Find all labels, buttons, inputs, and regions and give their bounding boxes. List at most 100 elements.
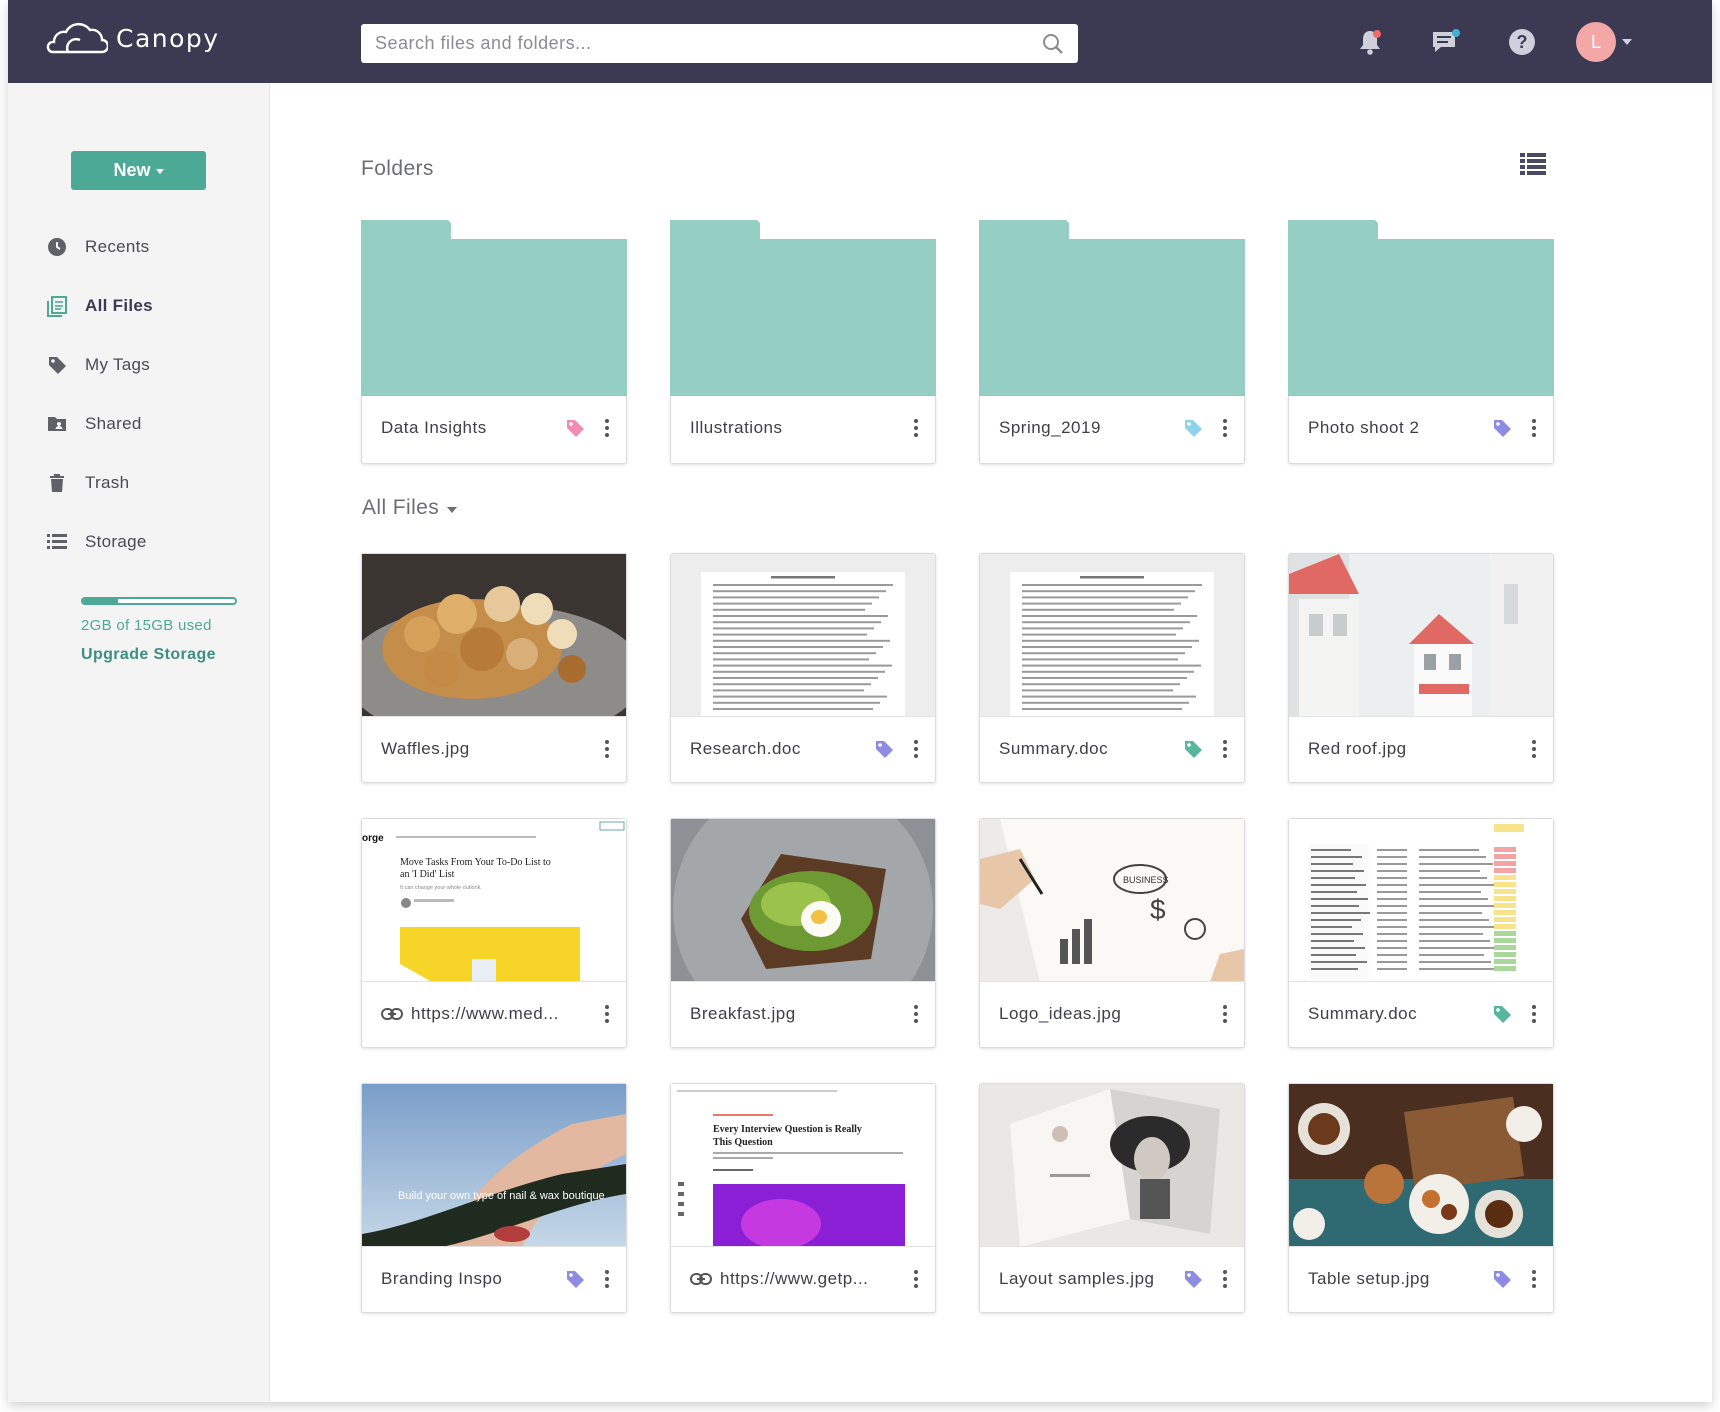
folder-icon: [979, 220, 1245, 396]
folder-icon: [670, 220, 936, 396]
file-name: Logo_ideas.jpg: [999, 1004, 1122, 1023]
sidebar-item-all-files[interactable]: All Files: [45, 294, 153, 318]
file-thumbnail[interactable]: [1289, 554, 1553, 717]
svg-text:Move Tasks From Your To-Do Lis: Move Tasks From Your To-Do List to: [400, 857, 551, 868]
svg-text:BUSINESS: BUSINESS: [1123, 875, 1169, 885]
all-files-dropdown[interactable]: All Files: [362, 496, 458, 520]
file-card[interactable]: Summary.doc: [1288, 818, 1554, 1048]
more-options-icon[interactable]: [1218, 1004, 1232, 1025]
file-card[interactable]: Every Interview Question is Really This …: [670, 1083, 936, 1313]
notifications-button[interactable]: [1350, 22, 1390, 62]
user-menu[interactable]: L: [1576, 22, 1632, 62]
sidebar-item-label: My Tags: [85, 355, 151, 374]
folder-card[interactable]: Data Insights: [361, 220, 627, 464]
file-card[interactable]: Table setup.jpg: [1288, 1083, 1554, 1313]
more-options-icon[interactable]: [600, 739, 614, 760]
tag-icon[interactable]: [1491, 417, 1513, 439]
file-card[interactable]: Build your own type of nail & wax boutiq…: [361, 1083, 627, 1313]
file-card[interactable]: orge Move Tasks From Your To-Do List to …: [361, 818, 627, 1048]
cloud-logo-icon: [46, 22, 108, 54]
file-thumbnail[interactable]: Build your own type of nail & wax boutiq…: [362, 1084, 626, 1247]
more-options-icon[interactable]: [1218, 739, 1232, 760]
svg-text:?: ?: [1517, 32, 1528, 52]
file-card[interactable]: Layout samples.jpg: [979, 1083, 1245, 1313]
file-name: Waffles.jpg: [381, 739, 470, 758]
folder-card[interactable]: Spring_2019: [979, 220, 1245, 464]
folder-card[interactable]: Photo shoot 2: [1288, 220, 1554, 464]
file-thumbnail[interactable]: [1289, 1084, 1553, 1247]
more-options-icon[interactable]: [1527, 418, 1541, 439]
folder-icon: [361, 220, 627, 396]
tag-icon[interactable]: [1182, 417, 1204, 439]
messages-button[interactable]: [1426, 22, 1466, 62]
app-logo[interactable]: Canopy: [46, 18, 220, 58]
file-thumbnail[interactable]: [1289, 819, 1553, 982]
sidebar-item-label: Recents: [85, 237, 150, 256]
trash-icon: [50, 474, 64, 492]
more-options-icon[interactable]: [600, 1269, 614, 1290]
avatar[interactable]: L: [1576, 22, 1616, 62]
more-options-icon[interactable]: [600, 1004, 614, 1025]
tag-icon[interactable]: [873, 738, 895, 760]
sidebar-item-label: Shared: [85, 414, 142, 433]
file-card[interactable]: BUSINESS $ Logo_ideas.jpg: [979, 818, 1245, 1048]
file-thumbnail[interactable]: BUSINESS $: [980, 819, 1244, 982]
more-options-icon[interactable]: [909, 418, 923, 439]
file-card[interactable]: Red roof.jpg: [1288, 553, 1554, 783]
svg-text:It can change your whole outlo: It can change your whole outlook.: [400, 885, 482, 891]
folder-card[interactable]: Illustrations: [670, 220, 936, 464]
file-thumbnail[interactable]: [980, 554, 1244, 717]
more-options-icon[interactable]: [1218, 418, 1232, 439]
clock-icon: [48, 238, 66, 256]
chevron-down-icon[interactable]: [1622, 39, 1632, 45]
help-button[interactable]: ?: [1502, 22, 1542, 62]
file-name: Research.doc: [690, 739, 801, 758]
sidebar-item-storage[interactable]: Storage: [45, 530, 153, 554]
chevron-down-icon: [155, 169, 164, 174]
file-thumbnail[interactable]: [671, 819, 935, 982]
svg-text:orge: orge: [362, 833, 384, 844]
sidebar-item-shared[interactable]: Shared: [45, 412, 153, 436]
more-options-icon[interactable]: [1218, 1269, 1232, 1290]
file-thumbnail[interactable]: [980, 1084, 1244, 1247]
new-button-label: New: [113, 160, 151, 180]
more-options-icon[interactable]: [1527, 739, 1541, 760]
svg-text:$: $: [1150, 894, 1166, 925]
more-options-icon[interactable]: [909, 1004, 923, 1025]
file-card[interactable]: Breakfast.jpg: [670, 818, 936, 1048]
file-thumbnail[interactable]: [671, 554, 935, 717]
tag-icon[interactable]: [564, 417, 586, 439]
files-icon: [47, 296, 67, 317]
sidebar-item-trash[interactable]: Trash: [45, 471, 153, 495]
file-card[interactable]: Summary.doc: [979, 553, 1245, 783]
sidebar-item-my-tags[interactable]: My Tags: [45, 353, 153, 377]
tag-icon[interactable]: [564, 1268, 586, 1290]
more-options-icon[interactable]: [1527, 1004, 1541, 1025]
sidebar-item-recents[interactable]: Recents: [45, 235, 153, 259]
tag-icon: [49, 357, 66, 374]
top-icons: ? L: [1314, 22, 1632, 62]
tag-icon[interactable]: [1491, 1268, 1513, 1290]
more-options-icon[interactable]: [909, 739, 923, 760]
more-options-icon[interactable]: [600, 418, 614, 439]
upgrade-storage-link[interactable]: Upgrade Storage: [81, 646, 216, 664]
file-thumbnail[interactable]: [362, 554, 626, 717]
file-thumbnail[interactable]: Every Interview Question is Really This …: [671, 1084, 935, 1247]
more-options-icon[interactable]: [1527, 1269, 1541, 1290]
list-view-button[interactable]: [1520, 153, 1546, 180]
search-icon[interactable]: [1042, 33, 1064, 55]
folders-heading: Folders: [361, 157, 434, 180]
more-options-icon[interactable]: [909, 1269, 923, 1290]
file-card[interactable]: Waffles.jpg: [361, 553, 627, 783]
storage-progress-fill: [83, 599, 118, 603]
tag-icon[interactable]: [1182, 1268, 1204, 1290]
tag-icon[interactable]: [1491, 1003, 1513, 1025]
file-card[interactable]: Research.doc: [670, 553, 936, 783]
search-input[interactable]: [375, 33, 1042, 54]
new-button[interactable]: New: [71, 151, 206, 190]
tag-icon[interactable]: [1182, 738, 1204, 760]
file-name: Summary.doc: [999, 739, 1109, 758]
sidebar-item-label: All Files: [85, 296, 153, 315]
search-box[interactable]: [361, 24, 1078, 63]
file-thumbnail[interactable]: orge Move Tasks From Your To-Do List to …: [362, 819, 626, 982]
